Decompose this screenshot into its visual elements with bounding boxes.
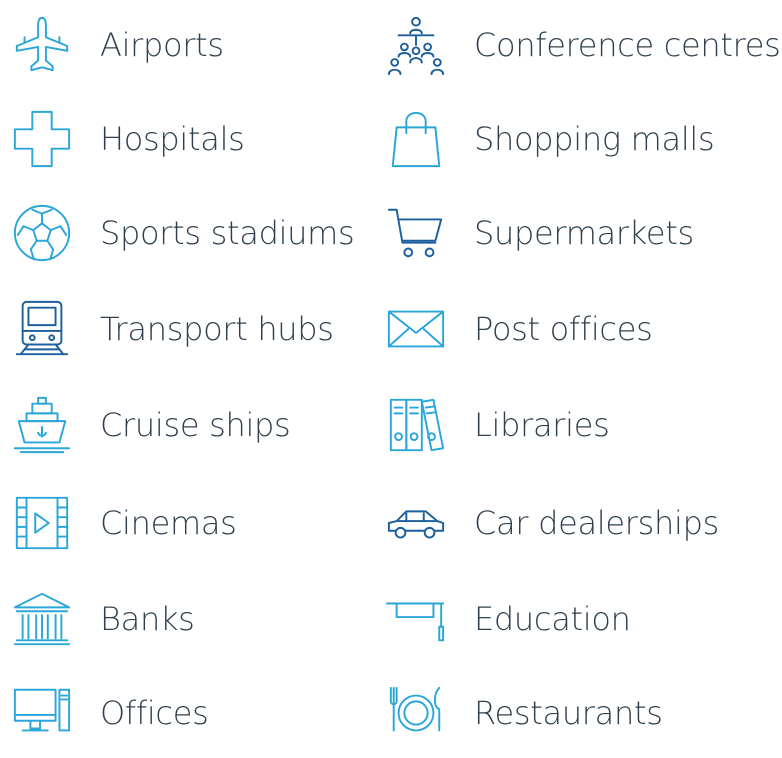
list-item-transport-hubs: Transport hubs <box>6 284 334 374</box>
item-label: Offices <box>100 694 209 732</box>
item-label: Cinemas <box>100 504 237 542</box>
shopping-cart-icon <box>380 197 452 269</box>
item-label: Transport hubs <box>100 310 334 348</box>
item-label: Conference centres <box>474 26 781 64</box>
shopping-bag-icon <box>380 103 452 175</box>
desktop-computer-icon <box>6 677 78 749</box>
film-strip-icon <box>6 487 78 559</box>
list-item-cinemas: Cinemas <box>6 478 237 568</box>
item-label: Restaurants <box>474 694 663 732</box>
item-label: Sports stadiums <box>100 214 355 252</box>
list-item-hospitals: Hospitals <box>6 94 245 184</box>
plate-cutlery-icon <box>380 677 452 749</box>
list-item-airports: Airports <box>6 0 224 90</box>
list-item-car-dealerships: Car dealerships <box>380 478 719 568</box>
list-item-post-offices: Post offices <box>380 284 653 374</box>
item-label: Shopping malls <box>474 120 715 158</box>
list-item-conference-centres: Conference centres <box>380 0 781 90</box>
medical-cross-icon <box>6 103 78 175</box>
list-item-offices: Offices <box>6 668 209 758</box>
train-icon <box>6 293 78 365</box>
item-label: Cruise ships <box>100 406 291 444</box>
soccer-ball-icon <box>6 197 78 269</box>
item-label: Airports <box>100 26 224 64</box>
item-label: Banks <box>100 600 195 638</box>
item-label: Education <box>474 600 631 638</box>
item-label: Car dealerships <box>474 504 719 542</box>
list-item-restaurants: Restaurants <box>380 668 663 758</box>
list-item-supermarkets: Supermarkets <box>380 188 694 278</box>
car-icon <box>380 487 452 559</box>
envelope-icon <box>380 293 452 365</box>
cruise-ship-icon <box>6 389 78 461</box>
item-label: Supermarkets <box>474 214 694 252</box>
list-item-education: Education <box>380 574 631 664</box>
list-item-shopping-malls: Shopping malls <box>380 94 715 184</box>
list-item-libraries: Libraries <box>380 380 610 470</box>
item-label: Hospitals <box>100 120 245 158</box>
binders-icon <box>380 389 452 461</box>
item-label: Libraries <box>474 406 610 444</box>
list-item-sports-stadiums: Sports stadiums <box>6 188 355 278</box>
graduation-cap-icon <box>380 583 452 655</box>
airplane-icon <box>6 9 78 81</box>
list-item-cruise-ships: Cruise ships <box>6 380 291 470</box>
list-item-banks: Banks <box>6 574 195 664</box>
bank-building-icon <box>6 583 78 655</box>
item-label: Post offices <box>474 310 653 348</box>
conference-icon <box>380 9 452 81</box>
